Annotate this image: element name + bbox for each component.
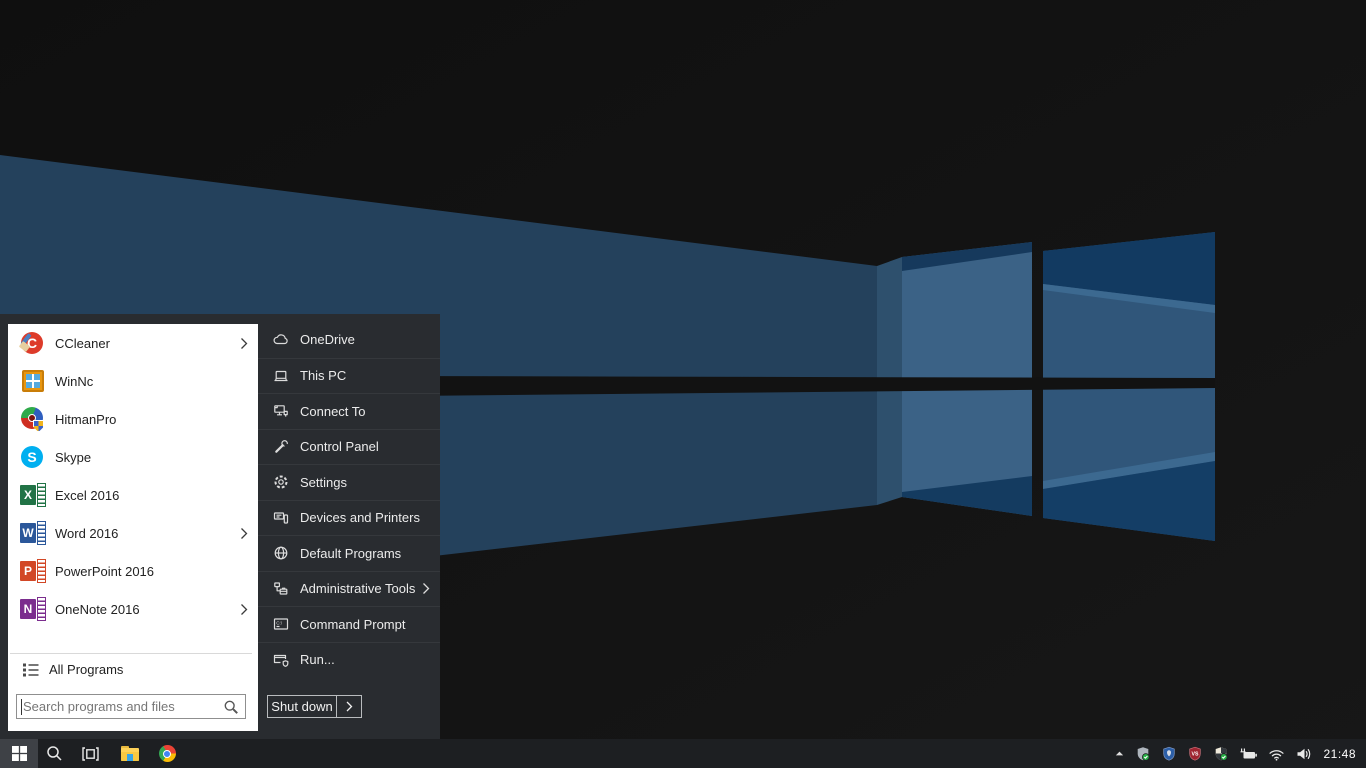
taskbar: VS [0, 739, 1366, 768]
submenu-chevron-icon [422, 582, 430, 595]
text-caret [21, 699, 22, 715]
system-tray: VS [1109, 739, 1366, 768]
menu-item-onenote[interactable]: N OneNote 2016 [8, 590, 258, 628]
menu-item-label: Excel 2016 [55, 488, 119, 503]
vs-shield-icon: VS [1187, 746, 1203, 762]
remote-desktop-icon [272, 402, 290, 420]
shield-check-icon [1135, 746, 1151, 762]
menu-item-label: OneNote 2016 [55, 602, 140, 617]
list-icon [22, 662, 39, 678]
search-icon [223, 699, 239, 715]
menu-item-command-prompt[interactable]: C:\ Command Prompt [258, 606, 440, 642]
search-box [16, 694, 246, 719]
chrome-icon [159, 745, 176, 762]
windows-logo-icon [12, 746, 27, 761]
menu-item-powerpoint[interactable]: P PowerPoint 2016 [8, 552, 258, 590]
submenu-chevron-icon [240, 337, 248, 350]
defender-shield-icon [1213, 746, 1229, 762]
menu-item-skype[interactable]: S Skype [8, 438, 258, 476]
menu-item-this-pc[interactable]: This PC [258, 358, 440, 394]
menu-item-excel[interactable]: X Excel 2016 [8, 476, 258, 514]
battery-plug-icon [1239, 746, 1258, 762]
search-input[interactable] [17, 699, 223, 714]
menu-item-label: WinNc [55, 374, 93, 389]
onenote-icon: N [20, 597, 46, 621]
menu-item-winnc[interactable]: WinNc [8, 362, 258, 400]
ccleaner-icon: C [20, 331, 46, 355]
taskbar-clock[interactable]: 21:48 [1317, 747, 1366, 761]
tray-blue-shield[interactable] [1156, 739, 1182, 768]
task-view-icon [81, 746, 100, 762]
globe-icon [272, 544, 290, 562]
task-view-button[interactable] [79, 739, 101, 768]
speaker-icon [1295, 746, 1312, 762]
menu-item-label: PowerPoint 2016 [55, 564, 154, 579]
start-menu-places-panel: OneDrive This PC Connect To [258, 314, 440, 739]
excel-icon: X [20, 483, 46, 507]
winnc-icon [20, 369, 46, 393]
menu-item-word[interactable]: W Word 2016 [8, 514, 258, 552]
tray-power-status[interactable] [1234, 739, 1263, 768]
menu-item-onedrive[interactable]: OneDrive [258, 322, 440, 358]
shutdown-options-arrow[interactable] [336, 696, 361, 717]
menu-item-label: HitmanPro [55, 412, 116, 427]
all-programs-button[interactable]: All Programs [8, 655, 258, 684]
chevron-right-icon [346, 701, 353, 712]
svg-text:VS: VS [1192, 751, 1199, 757]
start-menu-programs-panel: C CCleaner WinNc HitmanPro [8, 324, 258, 731]
menu-item-default-programs[interactable]: Default Programs [258, 535, 440, 571]
folder-icon [121, 746, 139, 761]
tray-volume[interactable] [1290, 739, 1317, 768]
file-explorer-button[interactable] [119, 739, 141, 768]
menu-item-hitmanpro[interactable]: HitmanPro [8, 400, 258, 438]
menu-divider [10, 653, 252, 654]
tray-windows-defender[interactable] [1208, 739, 1234, 768]
hitmanpro-icon [20, 407, 46, 431]
menu-item-run[interactable]: Run... [258, 642, 440, 678]
menu-item-settings[interactable]: Settings [258, 464, 440, 500]
submenu-chevron-icon [240, 603, 248, 616]
wrench-icon [272, 438, 290, 456]
shutdown-button[interactable]: Shut down [268, 696, 336, 717]
wifi-icon [1268, 746, 1285, 762]
command-prompt-icon: C:\ [272, 615, 290, 633]
blue-shield-icon [1161, 746, 1177, 762]
menu-item-label: Skype [55, 450, 91, 465]
menu-item-connect-to[interactable]: Connect To [258, 393, 440, 429]
shutdown-split-button: Shut down [267, 695, 362, 718]
tray-antivirus-shield[interactable] [1130, 739, 1156, 768]
start-menu: C CCleaner WinNc HitmanPro [0, 314, 440, 739]
skype-icon: S [20, 445, 46, 469]
run-icon [272, 651, 290, 669]
chevron-up-icon [1114, 748, 1125, 759]
admin-tools-icon [272, 580, 290, 598]
devices-icon [272, 509, 290, 527]
menu-item-label: Word 2016 [55, 526, 118, 541]
tray-voodooshield[interactable]: VS [1182, 739, 1208, 768]
menu-item-administrative-tools[interactable]: Administrative Tools [258, 571, 440, 607]
show-hidden-icons-button[interactable] [1109, 739, 1130, 768]
taskbar-search-button[interactable] [44, 739, 64, 768]
menu-item-control-panel[interactable]: Control Panel [258, 429, 440, 465]
laptop-icon [272, 367, 290, 385]
menu-item-devices-printers[interactable]: Devices and Printers [258, 500, 440, 536]
powerpoint-icon: P [20, 559, 46, 583]
chrome-button[interactable] [156, 739, 178, 768]
gear-icon [272, 473, 290, 491]
start-button[interactable] [0, 739, 38, 768]
submenu-chevron-icon [240, 527, 248, 540]
tray-network[interactable] [1263, 739, 1290, 768]
svg-text:C:\: C:\ [276, 621, 283, 626]
cloud-icon [272, 331, 290, 349]
desktop: C CCleaner WinNc HitmanPro [0, 0, 1366, 768]
menu-item-label: CCleaner [55, 336, 110, 351]
search-icon [46, 745, 63, 762]
word-icon: W [20, 521, 46, 545]
menu-item-ccleaner[interactable]: C CCleaner [8, 324, 258, 362]
